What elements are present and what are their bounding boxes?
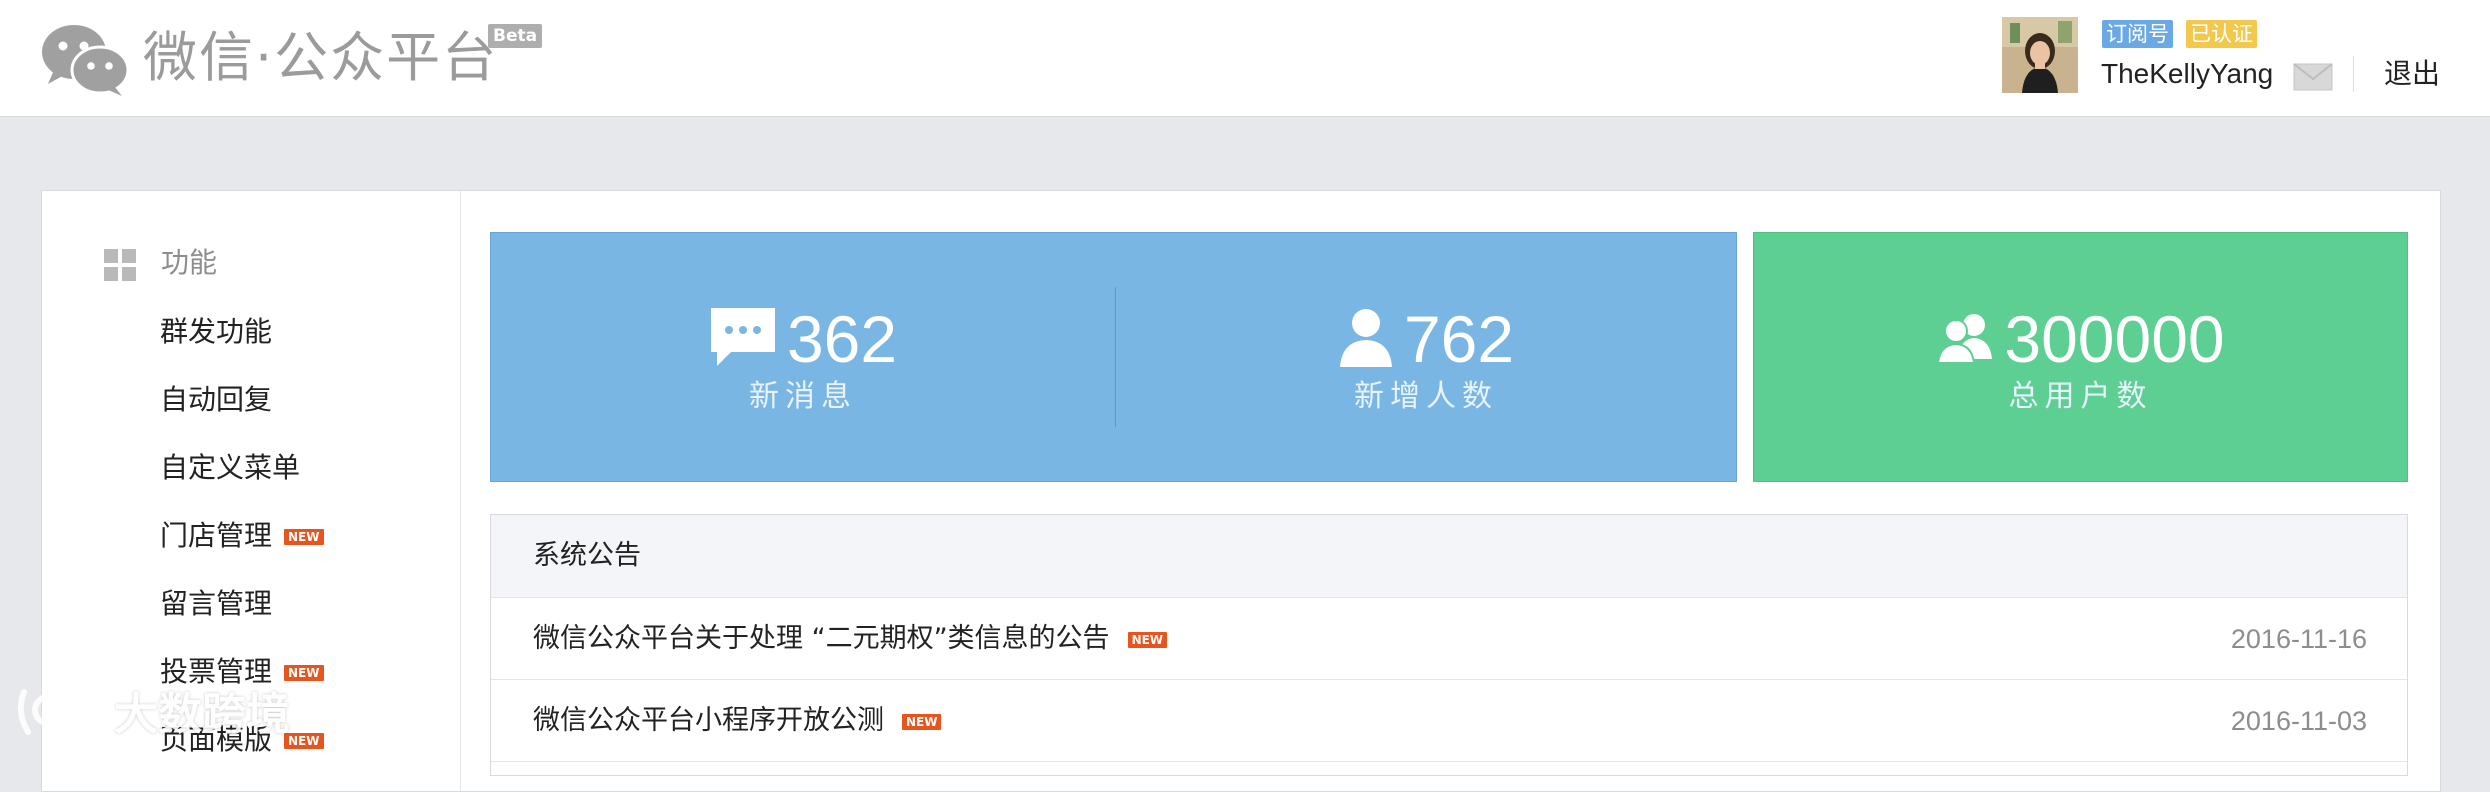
new-badge: NEW bbox=[284, 665, 324, 681]
platform-title[interactable]: 微信·公众平台 bbox=[143, 26, 498, 90]
beta-badge: Beta bbox=[488, 24, 543, 48]
header-divider bbox=[2353, 56, 2354, 92]
notice-link[interactable]: 微信公众平台关于处理 “二元期权”类信息的公告 NEW bbox=[533, 620, 1168, 658]
stat-new-followers[interactable]: 762 新增人数 bbox=[1116, 303, 1736, 417]
notice-date: 2016-11-16 bbox=[2230, 624, 2367, 654]
sidebar-item-label: 群发功能 bbox=[160, 315, 273, 348]
verified-tag: 已认证 bbox=[2186, 20, 2257, 48]
sidebar-item-label: 门店管理 bbox=[160, 519, 273, 552]
watermark-text: 大数跨境 bbox=[114, 689, 290, 740]
sidebar-item-label: 留言管理 bbox=[160, 587, 273, 620]
watermark-logo-icon bbox=[17, 689, 103, 735]
notice-title-text: 微信公众平台小程序开放公测 bbox=[533, 705, 884, 736]
new-messages-label: 新消息 bbox=[749, 379, 857, 414]
stats-card-total: 300000 总用户数 bbox=[1753, 232, 2408, 482]
total-users-label: 总用户数 bbox=[2008, 379, 2153, 414]
sidebar-item-store-management[interactable]: 门店管理 NEW bbox=[160, 516, 324, 556]
stats-card-today: 362 新消息 762 新增人数 bbox=[490, 232, 1737, 482]
notices-title: 系统公告 bbox=[533, 540, 641, 571]
watermark: 大数跨境 bbox=[14, 684, 334, 744]
new-badge: NEW bbox=[1127, 631, 1168, 648]
new-followers-label: 新增人数 bbox=[1354, 379, 1498, 414]
account-username[interactable]: TheKellyYang bbox=[2101, 56, 2273, 92]
sidebar-item-label: 自定义菜单 bbox=[160, 451, 301, 484]
top-header: 微信·公众平台 Beta 订阅号 已认证 TheKellyYang 退出 bbox=[0, 0, 2490, 117]
message-icon bbox=[709, 306, 777, 372]
sidebar-item-mass-send[interactable]: 群发功能 bbox=[160, 312, 272, 352]
logout-link[interactable]: 退出 bbox=[2384, 56, 2440, 92]
wechat-logo-icon[interactable] bbox=[40, 22, 130, 96]
new-messages-count: 362 bbox=[786, 302, 898, 376]
user-icon bbox=[1338, 307, 1394, 371]
stat-total-users[interactable]: 300000 总用户数 bbox=[1754, 303, 2407, 417]
mail-icon[interactable] bbox=[2293, 63, 2333, 91]
notice-date: 2016-11-03 bbox=[2230, 706, 2367, 736]
sidebar-item-auto-reply[interactable]: 自动回复 bbox=[160, 380, 272, 420]
users-icon bbox=[1936, 311, 1994, 367]
subscription-account-tag: 订阅号 bbox=[2102, 20, 2173, 48]
sidebar-item-custom-menu[interactable]: 自定义菜单 bbox=[160, 448, 300, 488]
notice-title-text: 微信公众平台关于处理 “二元期权”类信息的公告 bbox=[533, 623, 1110, 654]
sidebar-item-label: 自动回复 bbox=[160, 383, 273, 416]
notice-row[interactable]: 微信公众平台关于处理 “二元期权”类信息的公告 NEW 2016-11-16 bbox=[491, 598, 2407, 680]
new-followers-count: 762 bbox=[1403, 302, 1515, 376]
notice-link[interactable]: 微信公众平台小程序开放公测 NEW bbox=[533, 702, 942, 740]
sidebar-section-title: 功能 bbox=[161, 246, 218, 279]
new-badge: NEW bbox=[284, 529, 324, 545]
notice-row[interactable]: 微信公众平台小程序开放公测 NEW 2016-11-03 bbox=[491, 680, 2407, 762]
new-badge: NEW bbox=[902, 713, 942, 730]
sidebar-item-comment-management[interactable]: 留言管理 bbox=[160, 584, 272, 624]
avatar[interactable] bbox=[2002, 17, 2078, 93]
grid-icon bbox=[104, 249, 136, 281]
total-users-count: 300000 bbox=[2004, 302, 2225, 376]
system-notices: 系统公告 微信公众平台关于处理 “二元期权”类信息的公告 NEW 2016-11-… bbox=[490, 514, 2408, 776]
notices-header: 系统公告 bbox=[491, 515, 2407, 598]
stat-new-messages[interactable]: 362 新消息 bbox=[491, 303, 1115, 417]
